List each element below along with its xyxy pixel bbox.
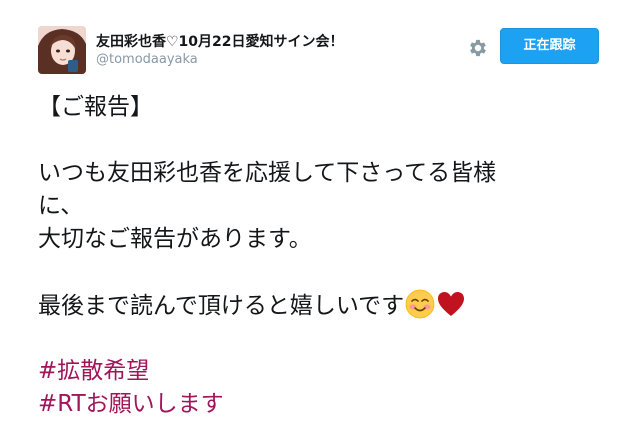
- hashtag-link[interactable]: #RTお願いします: [38, 391, 224, 417]
- heart-icon: [436, 289, 466, 319]
- tweet-text: 【ご報告】 いつも友田彩也香を応援して下さってる皆様 に、 大切なご報告がありま…: [38, 91, 598, 421]
- avatar[interactable]: [38, 26, 86, 74]
- gear-icon[interactable]: [467, 37, 489, 59]
- display-name[interactable]: 友田彩也香♡10月22日愛知サイン会！: [96, 33, 446, 51]
- tweet-line-with-emoji: 最後まで読んで頂けると嬉しいです: [38, 289, 598, 322]
- tweet-header: 友田彩也香♡10月22日愛知サイン会！ @tomodaayaka 正在跟踪: [38, 26, 600, 80]
- hashtag-line: #拡散希望: [38, 355, 598, 388]
- tweet-line: 最後まで読んで頂けると嬉しいです: [38, 293, 405, 319]
- tweet-line: 【ご報告】: [38, 94, 153, 120]
- user-info[interactable]: 友田彩也香♡10月22日愛知サイン会！ @tomodaayaka: [96, 33, 446, 68]
- hashtag-line: #RTお願いします: [38, 388, 598, 421]
- tweet-line: 大切なご報告があります。: [38, 226, 312, 252]
- screen-name[interactable]: @tomodaayaka: [96, 52, 446, 68]
- hashtag-link[interactable]: #拡散希望: [38, 358, 149, 384]
- following-button[interactable]: 正在跟踪: [500, 28, 599, 64]
- tweet-card: 友田彩也香♡10月22日愛知サイン会！ @tomodaayaka 正在跟踪 【ご…: [0, 0, 635, 422]
- tweet-line: に、: [38, 193, 84, 219]
- smiling-face-icon: [405, 289, 435, 319]
- tweet-line: いつも友田彩也香を応援して下さってる皆様: [38, 160, 497, 186]
